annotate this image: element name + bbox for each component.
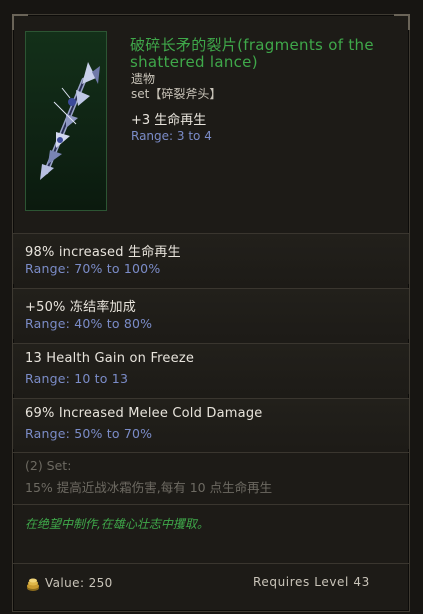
set-bonus-description: 15% 提高近战冰霜伤害,每有 10 点生命再生 — [25, 480, 273, 495]
affix-mod: +50% 冻结率加成 — [25, 300, 136, 315]
item-set: set【碎裂斧头】 — [131, 87, 222, 101]
item-icon-frame — [25, 31, 107, 211]
gold-coins-icon — [27, 578, 39, 591]
affix-row: 98% increased 生命再生 Range: 70% to 100% — [13, 233, 409, 284]
item-tooltip: 破碎长矛的裂片(fragments of the shattered lance… — [12, 14, 410, 612]
implicit-range: Range: 3 to 4 — [131, 129, 212, 143]
affix-range: Range: 10 to 13 — [25, 371, 129, 386]
level-requirement: Requires Level 43 — [253, 575, 370, 589]
lore-section: 在绝望中制作,在雄心壮志中攫取。 — [13, 504, 409, 545]
affix-range: Range: 40% to 80% — [25, 316, 153, 331]
affix-range: Range: 70% to 100% — [25, 261, 161, 276]
tooltip-header: 破碎长矛的裂片(fragments of the shattered lance… — [13, 15, 409, 227]
implicit-mod: +3 生命再生 — [131, 113, 207, 128]
affix-row: +50% 冻结率加成 Range: 40% to 80% — [13, 288, 409, 339]
tooltip-footer: Value: 250 Requires Level 43 — [13, 563, 409, 604]
lore-text: 在绝望中制作,在雄心壮志中攫取。 — [25, 517, 209, 531]
affix-mod: 13 Health Gain on Freeze — [25, 351, 195, 366]
affix-row: 13 Health Gain on Freeze Range: 10 to 13 — [13, 343, 409, 394]
affix-row: 69% Increased Melee Cold Damage Range: 5… — [13, 398, 409, 449]
set-bonus: (2) Set: 15% 提高近战冰霜伤害,每有 10 点生命再生 — [13, 452, 409, 503]
item-value: Value: 250 — [45, 576, 113, 590]
item-name: 破碎长矛的裂片(fragments of the shattered lance… — [130, 36, 374, 71]
affix-mod: 69% Increased Melee Cold Damage — [25, 406, 263, 421]
set-bonus-label: (2) Set: — [25, 458, 72, 473]
lance-relic-icon — [40, 62, 100, 180]
affix-range: Range: 50% to 70% — [25, 426, 153, 441]
affix-mod: 98% increased 生命再生 — [25, 245, 181, 260]
